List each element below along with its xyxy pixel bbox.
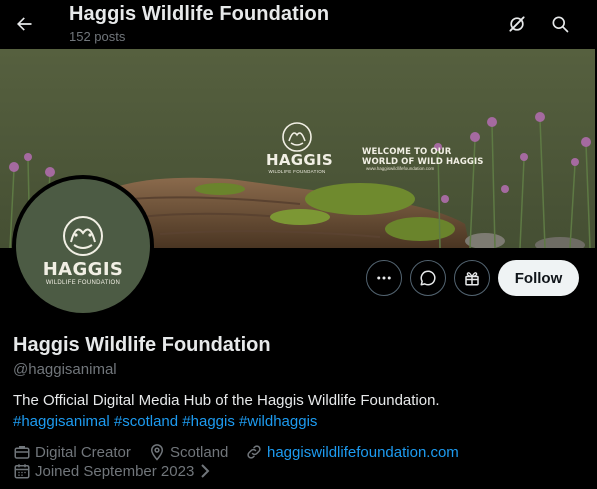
message-icon xyxy=(420,270,436,286)
location-pin-icon xyxy=(148,443,166,461)
banner-url-text: www.haggiswildlifefoundation.com xyxy=(366,166,435,171)
back-button[interactable] xyxy=(8,8,40,40)
avatar-image: HAGGIS WILDLIFE FOUNDATION xyxy=(16,179,150,313)
avatar-logo-name: HAGGIS xyxy=(42,259,124,280)
chevron-right-icon xyxy=(199,464,211,478)
hashtag-link[interactable]: #haggis xyxy=(182,413,235,430)
joined-date-text: Joined September 2023 xyxy=(35,462,195,480)
grok-icon xyxy=(509,16,525,32)
more-button[interactable] xyxy=(366,260,402,296)
more-icon xyxy=(377,276,391,280)
calendar-icon xyxy=(13,462,31,480)
briefcase-icon xyxy=(13,443,31,461)
hashtags: #haggisanimal #scotland #haggis #wildhag… xyxy=(13,413,317,430)
bio: The Official Digital Media Hub of the Ha… xyxy=(13,392,440,409)
avatar-logo-subtitle: WILDLIFE FOUNDATION xyxy=(45,280,121,286)
follow-button[interactable]: Follow xyxy=(498,260,579,296)
joined-date-item[interactable]: Joined September 2023 xyxy=(13,462,211,480)
website-link[interactable]: haggiswildlifefoundation.com xyxy=(267,444,459,461)
gift-icon xyxy=(465,272,479,286)
grok-button[interactable] xyxy=(501,8,533,40)
search-button[interactable] xyxy=(544,8,576,40)
website-item: haggiswildlifefoundation.com xyxy=(245,443,459,461)
banner-logo-subtitle: WILDLIFE FOUNDATION xyxy=(268,169,326,174)
banner-logo-name: HAGGIS xyxy=(266,151,333,169)
subscribe-button[interactable] xyxy=(454,260,490,296)
hashtag-link[interactable]: #haggisanimal xyxy=(13,413,110,430)
handle: @haggisanimal xyxy=(13,361,117,378)
post-count: 152 posts xyxy=(69,29,126,44)
hashtag-link[interactable]: #scotland xyxy=(114,413,178,430)
arrow-left-icon xyxy=(17,17,32,31)
banner-welcome-text: WELCOME TO OUR WORLD OF WILD HAGGIS xyxy=(362,147,484,167)
page-title: Haggis Wildlife Foundation xyxy=(69,3,330,25)
category-item: Digital Creator xyxy=(13,443,131,461)
avatar[interactable]: HAGGIS WILDLIFE FOUNDATION xyxy=(12,175,154,317)
top-bar: Haggis Wildlife Foundation 152 posts xyxy=(0,0,597,48)
search-icon xyxy=(552,16,569,33)
message-button[interactable] xyxy=(410,260,446,296)
location-item: Scotland xyxy=(148,443,228,461)
hashtag-link[interactable]: #wildhaggis xyxy=(239,413,317,430)
display-name: Haggis Wildlife Foundation xyxy=(13,334,271,356)
haggis-logo-icon xyxy=(63,216,103,256)
location-text: Scotland xyxy=(170,443,229,461)
link-icon xyxy=(245,443,263,461)
category-text: Digital Creator xyxy=(35,443,131,461)
